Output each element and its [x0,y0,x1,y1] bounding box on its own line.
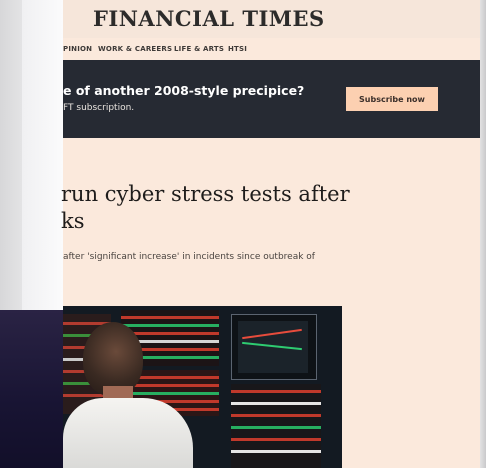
window-edge [480,0,486,468]
headline-line-1: run cyber stress tests after [61,182,350,206]
section-nav: PINION WORK & CAREERS LIFE & ARTS HTSI [63,38,480,60]
nav-item-opinion[interactable]: PINION [63,45,92,53]
banner-headline: e of another 2008-style precipice? [63,83,305,98]
chart-monitor-right [231,314,317,380]
subscribe-button[interactable]: Subscribe now [346,87,438,111]
trading-monitor-right-bottom [231,384,321,468]
nav-item-htsi[interactable]: HTSI [228,45,247,53]
subscription-banner: e of another 2008-style precipice? FT su… [63,60,480,138]
ft-article-page: FINANCIAL TIMES PINION WORK & CAREERS LI… [61,0,480,468]
article-headline[interactable]: run cyber stress tests after ks [61,181,361,235]
article-standfirst: after 'significant increase' in incident… [63,252,315,262]
trader-head [83,322,143,396]
masthead: FINANCIAL TIMES [63,0,480,39]
ft-logo[interactable]: FINANCIAL TIMES [93,6,325,31]
banner-subtext: FT subscription. [63,103,135,113]
nav-item-life-arts[interactable]: LIFE & ARTS [174,45,224,53]
background-window-dark-area [0,310,63,468]
trader-shirt [63,398,193,468]
headline-line-2: ks [61,209,85,233]
article-photo[interactable] [63,306,342,468]
nav-item-work-careers[interactable]: WORK & CAREERS [98,45,172,53]
background-window-strip [0,0,63,468]
